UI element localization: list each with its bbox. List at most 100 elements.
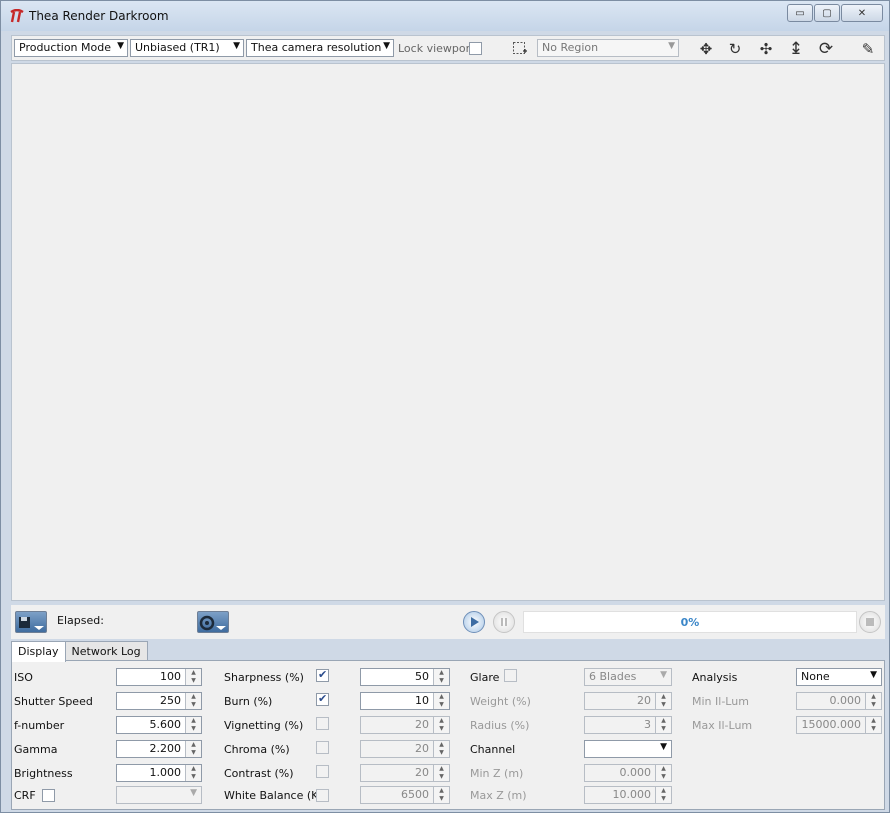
contrast-input[interactable]: 20 ▲ ▼ <box>360 764 450 782</box>
spin-arrows-icon[interactable]: ▲ ▼ <box>185 717 201 733</box>
burn-checkbox[interactable] <box>316 692 329 706</box>
region-select-icon[interactable] <box>512 41 528 57</box>
shutter-speed-input[interactable]: 250 ▲ ▼ <box>116 692 202 710</box>
spin-arrows-icon[interactable]: ▲ ▼ <box>655 717 671 733</box>
glare-blades-select[interactable]: 6 Blades ▼ <box>584 668 672 686</box>
tab-display[interactable]: Display <box>11 641 66 662</box>
max-il-lum-label: Max Il-Lum <box>692 719 753 732</box>
min-il-lum-label: Min Il-Lum <box>692 695 749 708</box>
sharpness-label: Sharpness (%) <box>224 671 304 684</box>
refresh-gear-icon <box>199 615 226 631</box>
max-il-lum-value: 15000.000 <box>801 718 862 731</box>
brightness-input[interactable]: 1.000 ▲ ▼ <box>116 764 202 782</box>
max-il-lum-input[interactable]: 15000.000 ▲ ▼ <box>796 716 882 734</box>
gamma-input[interactable]: 2.200 ▲ ▼ <box>116 740 202 758</box>
title-bar[interactable]: Thea Render Darkroom ▭ ▢ ✕ <box>1 1 889 31</box>
lock-viewport-checkbox[interactable] <box>469 42 482 55</box>
glare-blades-value: 6 Blades <box>589 670 637 683</box>
refresh-display-button[interactable] <box>197 611 229 633</box>
pan-icon[interactable]: ✣ <box>756 39 776 59</box>
pause-icon <box>501 618 507 626</box>
min-z-input[interactable]: 0.000 ▲ ▼ <box>584 764 672 782</box>
white-balance-value: 6500 <box>401 788 429 801</box>
stop-icon <box>866 618 874 626</box>
render-viewport[interactable] <box>11 63 885 601</box>
elapsed-label: Elapsed: <box>57 614 104 627</box>
spin-arrows-icon[interactable]: ▲ ▼ <box>185 693 201 709</box>
chevron-down-icon: ▼ <box>870 670 877 680</box>
spin-arrows-icon[interactable]: ▲ ▼ <box>433 717 449 733</box>
iso-value: 100 <box>160 670 181 683</box>
spin-arrows-icon[interactable]: ▲ ▼ <box>655 787 671 803</box>
chevron-down-icon: ▼ <box>660 742 667 752</box>
panel-tabs: Display Network Log <box>11 641 148 662</box>
white-balance-checkbox[interactable] <box>316 789 329 802</box>
close-button[interactable]: ✕ <box>841 4 883 22</box>
stop-render-button[interactable] <box>859 611 881 633</box>
region-select[interactable]: No Region ▼ <box>537 39 679 57</box>
glare-label: Glare <box>470 671 500 684</box>
spin-arrows-icon[interactable]: ▲ ▼ <box>433 693 449 709</box>
sharpness-value: 50 <box>415 670 429 683</box>
spin-arrows-icon[interactable]: ▲ ▼ <box>865 717 881 733</box>
spin-arrows-icon[interactable]: ▲ ▼ <box>655 765 671 781</box>
spin-arrows-icon[interactable]: ▲ ▼ <box>185 765 201 781</box>
analysis-select[interactable]: None ▼ <box>796 668 882 686</box>
burn-label: Burn (%) <box>224 695 273 708</box>
vignetting-input[interactable]: 20 ▲ ▼ <box>360 716 450 734</box>
render-toolbar: Production Mode ▼ Unbiased (TR1) ▼ Thea ca… <box>11 35 885 61</box>
sharpness-input[interactable]: 50 ▲ ▼ <box>360 668 450 686</box>
spin-arrows-icon[interactable]: ▲ ▼ <box>433 765 449 781</box>
min-z-label: Min Z (m) <box>470 767 524 780</box>
burn-input[interactable]: 10 ▲ ▼ <box>360 692 450 710</box>
glare-checkbox[interactable] <box>504 669 517 682</box>
brush-icon[interactable]: ✎ <box>858 39 878 59</box>
white-balance-input[interactable]: 6500 ▲ ▼ <box>360 786 450 804</box>
lock-viewport-label: Lock viewport <box>398 42 475 55</box>
play-icon <box>471 617 479 627</box>
spin-arrows-icon[interactable]: ▲ ▼ <box>185 741 201 757</box>
engine-select[interactable]: Unbiased (TR1) ▼ <box>130 39 244 57</box>
channel-select[interactable]: ▼ <box>584 740 672 758</box>
min-il-lum-input[interactable]: 0.000 ▲ ▼ <box>796 692 882 710</box>
channel-label: Channel <box>470 743 516 756</box>
crf-select[interactable]: ▼ <box>116 786 202 804</box>
max-z-label: Max Z (m) <box>470 789 527 802</box>
display-settings-panel: ISO 100 ▲ ▼ Shutter Speed 250 ▲ ▼ f-number 5… <box>11 660 885 810</box>
tab-network-log[interactable]: Network Log <box>64 641 148 661</box>
vignetting-label: Vignetting (%) <box>224 719 304 732</box>
sharpness-checkbox[interactable] <box>316 668 329 682</box>
spin-arrows-icon[interactable]: ▲ ▼ <box>433 669 449 685</box>
radius-input[interactable]: 3 ▲ ▼ <box>584 716 672 734</box>
vignetting-checkbox[interactable] <box>316 717 329 730</box>
maximize-button[interactable]: ▢ <box>814 4 840 22</box>
f-number-input[interactable]: 5.600 ▲ ▼ <box>116 716 202 734</box>
spin-arrows-icon[interactable]: ▲ ▼ <box>433 787 449 803</box>
mode-select[interactable]: Production Mode ▼ <box>14 39 128 57</box>
contrast-checkbox[interactable] <box>316 765 329 778</box>
crf-checkbox[interactable] <box>42 789 55 802</box>
refresh-icon[interactable]: ⟳ <box>816 39 836 59</box>
start-render-button[interactable] <box>463 611 485 633</box>
minimize-button[interactable]: ▭ <box>787 4 813 22</box>
pause-render-button[interactable] <box>493 611 515 633</box>
chevron-down-icon: ▼ <box>117 41 124 51</box>
rotate-icon[interactable]: ↻ <box>725 39 745 59</box>
crf-label: CRF <box>14 789 36 802</box>
save-image-button[interactable] <box>15 611 47 633</box>
spin-arrows-icon[interactable]: ▲ ▼ <box>655 693 671 709</box>
spin-arrows-icon[interactable]: ▲ ▼ <box>185 669 201 685</box>
spin-arrows-icon[interactable]: ▲ ▼ <box>433 741 449 757</box>
max-z-input[interactable]: 10.000 ▲ ▼ <box>584 786 672 804</box>
resolution-select[interactable]: Thea camera resolution ▼ <box>246 39 394 57</box>
window-controls: ▭ ▢ ✕ <box>786 4 883 22</box>
chroma-input[interactable]: 20 ▲ ▼ <box>360 740 450 758</box>
chroma-checkbox[interactable] <box>316 741 329 754</box>
iso-input[interactable]: 100 ▲ ▼ <box>116 668 202 686</box>
spin-arrows-icon[interactable]: ▲ ▼ <box>865 693 881 709</box>
radius-label: Radius (%) <box>470 719 530 732</box>
weight-input[interactable]: 20 ▲ ▼ <box>584 692 672 710</box>
chevron-down-icon: ▼ <box>383 41 390 51</box>
up-down-icon[interactable]: ↨ <box>786 39 806 59</box>
move-icon[interactable]: ✥ <box>696 39 716 59</box>
